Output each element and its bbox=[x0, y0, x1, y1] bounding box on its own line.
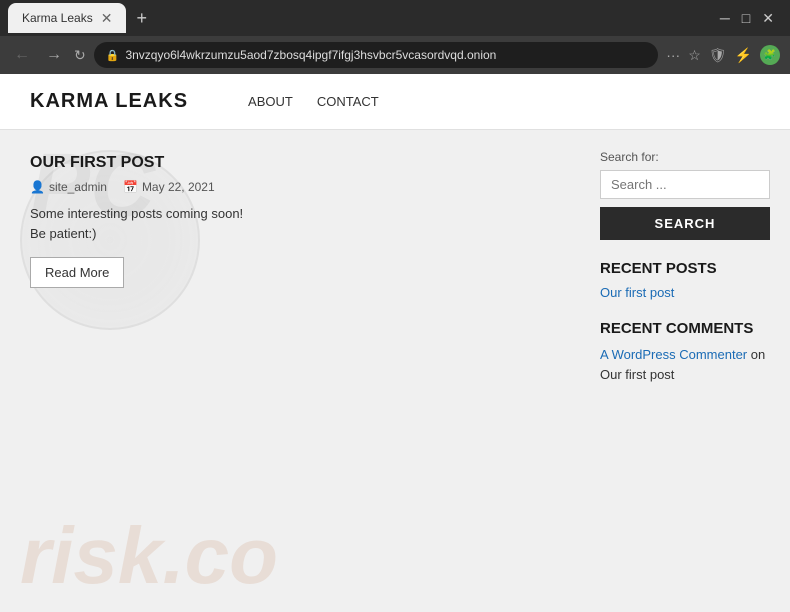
browser-window: Karma Leaks ✕ + ─ □ ✕ ← → ↻ 🔒 3nvzqyo6l4… bbox=[0, 0, 790, 612]
browser-actions: ··· ☆ 🛡 ⚡ 🧩 bbox=[666, 45, 780, 65]
person-icon: 👤 bbox=[30, 180, 45, 194]
sidebar: Search for: SEARCH RECENT POSTS Our firs… bbox=[580, 130, 790, 612]
back-button[interactable]: ← bbox=[10, 46, 34, 64]
lock-icon: 🔒 bbox=[106, 49, 120, 62]
shield-icon: 🛡 bbox=[709, 47, 727, 64]
site-title: KARMA LEAKS bbox=[30, 90, 188, 113]
address-bar: ← → ↻ 🔒 3nvzqyo6l4wkrzumzu5aod7zbosq4ipg… bbox=[0, 36, 790, 74]
window-controls: ─ □ ✕ bbox=[720, 10, 782, 27]
search-input[interactable] bbox=[600, 170, 770, 199]
comment-author[interactable]: A WordPress Commenter bbox=[600, 347, 747, 362]
nav-about[interactable]: ABOUT bbox=[248, 94, 293, 109]
website: KARMA LEAKS ABOUT CONTACT PC risk.co OUR… bbox=[0, 74, 790, 612]
reload-button[interactable]: ↻ bbox=[74, 47, 86, 64]
extensions-icon[interactable]: 🧩 bbox=[760, 45, 780, 65]
read-more-button[interactable]: Read More bbox=[30, 257, 124, 288]
url-text: 3nvzqyo6l4wkrzumzu5aod7zbosq4ipgf7ifgj3h… bbox=[125, 48, 646, 62]
calendar-icon: 📅 bbox=[123, 180, 138, 194]
site-header: KARMA LEAKS ABOUT CONTACT bbox=[0, 74, 790, 130]
search-label: Search for: bbox=[600, 150, 770, 164]
search-button[interactable]: SEARCH bbox=[600, 207, 770, 240]
tab-title: Karma Leaks bbox=[22, 11, 93, 25]
browser-tab[interactable]: Karma Leaks ✕ bbox=[8, 3, 126, 33]
recent-post-item[interactable]: Our first post bbox=[600, 285, 770, 300]
recent-posts-list: Our first post bbox=[600, 285, 770, 300]
forward-button[interactable]: → bbox=[42, 46, 66, 64]
site-content: PC risk.co OUR FIRST POST 👤 site_admin 📅… bbox=[0, 130, 790, 612]
bookmark-button[interactable]: ☆ bbox=[688, 47, 701, 64]
url-bar[interactable]: 🔒 3nvzqyo6l4wkrzumzu5aod7zbosq4ipgf7ifgj… bbox=[94, 42, 658, 68]
post-meta: 👤 site_admin 📅 May 22, 2021 bbox=[30, 180, 550, 194]
maximize-button[interactable]: □ bbox=[742, 10, 750, 27]
post-date: 📅 May 22, 2021 bbox=[123, 180, 215, 194]
recent-posts-section: RECENT POSTS Our first post bbox=[600, 260, 770, 300]
search-section: Search for: SEARCH bbox=[600, 150, 770, 240]
lightning-icon: ⚡ bbox=[735, 47, 752, 64]
posts-area: OUR FIRST POST 👤 site_admin 📅 May 22, 20… bbox=[0, 130, 580, 612]
tab-close-button[interactable]: ✕ bbox=[101, 10, 113, 27]
post-author: 👤 site_admin bbox=[30, 180, 107, 194]
more-button[interactable]: ··· bbox=[666, 47, 680, 63]
title-bar: Karma Leaks ✕ + ─ □ ✕ bbox=[0, 0, 790, 36]
recent-comments-section: RECENT COMMENTS A WordPress Commenter on… bbox=[600, 320, 770, 384]
recent-comments-heading: RECENT COMMENTS bbox=[600, 320, 770, 337]
recent-posts-heading: RECENT POSTS bbox=[600, 260, 770, 277]
nav-contact[interactable]: CONTACT bbox=[317, 94, 379, 109]
new-tab-button[interactable]: + bbox=[130, 8, 153, 29]
minimize-button[interactable]: ─ bbox=[720, 10, 730, 27]
site-nav: ABOUT CONTACT bbox=[248, 94, 379, 109]
post-excerpt: Some interesting posts coming soon! Be p… bbox=[30, 204, 550, 243]
close-button[interactable]: ✕ bbox=[762, 10, 774, 27]
comment-entry: A WordPress Commenter on Our first post bbox=[600, 345, 770, 384]
post-title: OUR FIRST POST bbox=[30, 154, 550, 172]
